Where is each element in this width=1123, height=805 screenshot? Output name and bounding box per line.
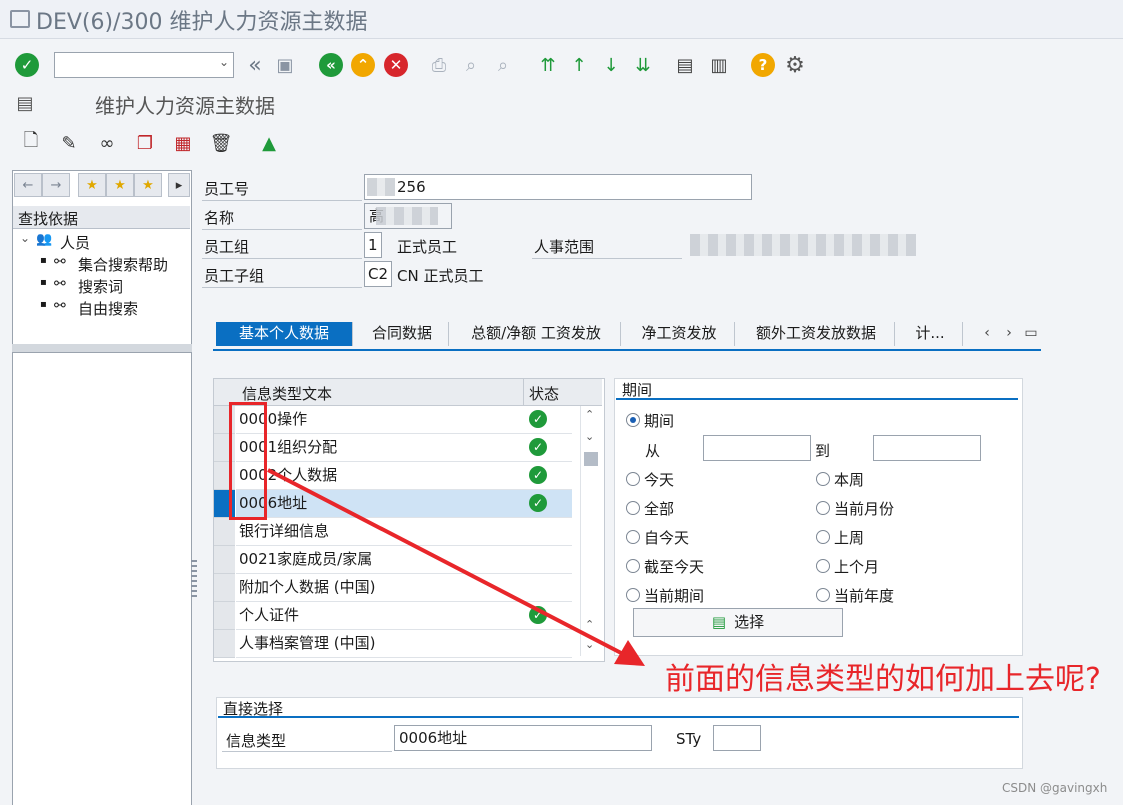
watermark: CSDN @gavingxh (1002, 781, 1108, 795)
annotation-text: 前面的信息类型的如何加上去呢? (665, 662, 1101, 697)
